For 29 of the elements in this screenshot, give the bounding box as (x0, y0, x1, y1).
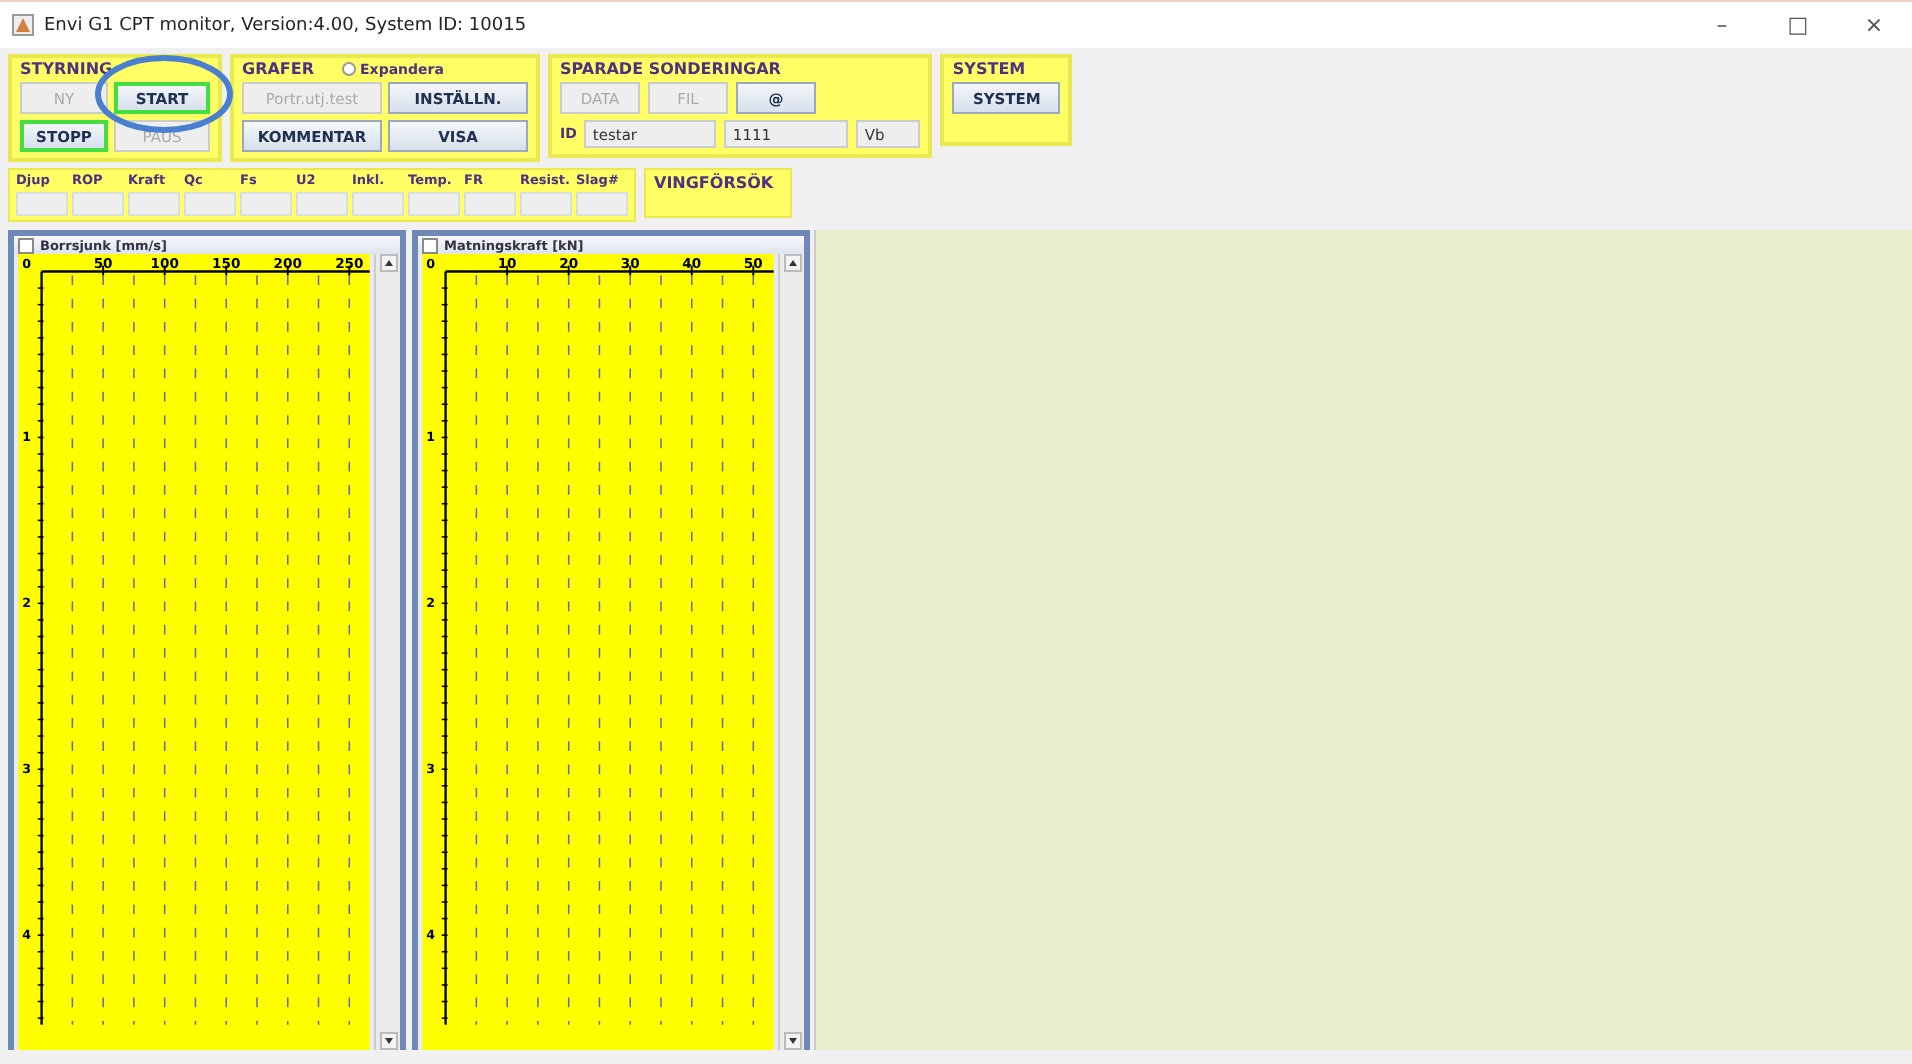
reading-field[interactable] (296, 192, 348, 216)
reading-field[interactable] (464, 192, 516, 216)
section-title: VINGFÖRSÖK (644, 168, 792, 218)
reading-field[interactable] (72, 192, 124, 216)
reading-field[interactable] (240, 192, 292, 216)
reading-field[interactable] (576, 192, 628, 216)
app-icon (12, 14, 34, 36)
scroll-down-icon[interactable] (783, 1032, 801, 1050)
scroll-down-icon[interactable] (379, 1032, 397, 1050)
reading-field[interactable] (352, 192, 404, 216)
minimize-button[interactable]: – (1684, 12, 1760, 38)
maximize-button[interactable]: □ (1760, 12, 1836, 38)
scrollbar[interactable] (778, 254, 804, 1050)
checkbox[interactable] (18, 237, 34, 253)
scroll-up-icon[interactable] (379, 254, 397, 272)
scroll-up-icon[interactable] (783, 254, 801, 272)
group-title: SPARADE SONDERINGAR (560, 60, 781, 78)
reading-field[interactable] (184, 192, 236, 216)
window-title: Envi G1 CPT monitor, Version:4.00, System ID: 10015 (44, 15, 529, 35)
reading-field[interactable] (128, 192, 180, 216)
reading-field[interactable] (16, 192, 68, 216)
group-title: STYRNING (20, 60, 113, 78)
group-title: SYSTEM (952, 60, 1026, 78)
scrollbar[interactable] (374, 254, 400, 1050)
reading-field[interactable] (408, 192, 460, 216)
close-button[interactable]: × (1836, 12, 1912, 38)
reading-field[interactable] (520, 192, 572, 216)
group-title: GRAFER (242, 60, 315, 78)
checkbox[interactable] (422, 237, 438, 253)
